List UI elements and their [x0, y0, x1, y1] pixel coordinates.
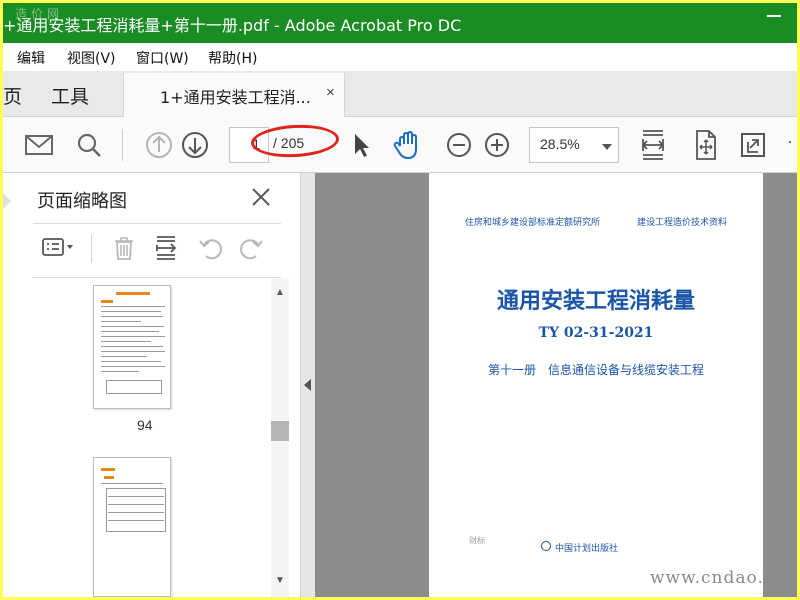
- thumbnail-scrollbar[interactable]: ▲ ▼: [271, 279, 289, 597]
- trash-icon[interactable]: [109, 233, 139, 263]
- close-icon[interactable]: [249, 185, 273, 209]
- tab-label: 1+通用安装工程消...: [160, 88, 311, 107]
- tab-close-button[interactable]: ×: [326, 84, 335, 101]
- insert-page-icon[interactable]: [151, 233, 181, 263]
- toolbar: 1 / 205 28.5% ·: [3, 117, 797, 173]
- thumb-line: [101, 366, 165, 367]
- panel-title: 页面缩略图: [37, 191, 127, 212]
- search-icon[interactable]: [73, 127, 105, 163]
- pdf-page: 住房和城乡建设部标准定额研究所 建设工程造价技术资料 通用安装工程消耗量 TY …: [429, 173, 763, 597]
- menu-window[interactable]: 窗口(W): [136, 48, 189, 68]
- thumbnails-panel: 页面缩略图 94 ▲ ▼: [3, 173, 301, 597]
- thumb-line: [101, 316, 163, 317]
- thumb-line: [101, 346, 163, 347]
- page-up-icon[interactable]: [143, 127, 175, 163]
- zoom-value: 28.5%: [540, 136, 580, 152]
- doc-publisher: 中国计划出版社: [555, 544, 619, 554]
- thumb-line: [101, 311, 161, 312]
- thumb-heading: [101, 468, 115, 471]
- scrollbar-thumb[interactable]: [271, 421, 289, 441]
- menu-view[interactable]: 视图(V): [67, 48, 116, 68]
- thumb-line: [101, 483, 163, 484]
- thumbnail-page-number: 94: [137, 417, 153, 433]
- thumb-line: [108, 496, 164, 497]
- nav-tools[interactable]: 工具: [51, 82, 89, 109]
- panel-pointer: [3, 193, 11, 209]
- cover-mark: 财标: [469, 536, 485, 545]
- thumbnail-list: 94: [3, 279, 271, 597]
- panel-splitter[interactable]: [301, 173, 315, 597]
- title-bar: +通用安装工程消耗量+第十一册.pdf - Adobe Acrobat Pro …: [3, 3, 797, 43]
- rotate-left-icon[interactable]: [195, 233, 225, 263]
- zoom-in-icon[interactable]: [481, 127, 513, 163]
- doc-header-left: 住房和城乡建设部标准定额研究所: [465, 218, 601, 228]
- doc-subtitle: 第十一册 信息通信设备与线缆安装工程: [487, 363, 704, 377]
- more-tools-button[interactable]: ·: [787, 131, 793, 152]
- thumb-subheading: [101, 300, 113, 303]
- app-window: +通用安装工程消耗量+第十一册.pdf - Adobe Acrobat Pro …: [3, 3, 797, 597]
- thumb-line: [101, 306, 165, 307]
- zoom-out-icon[interactable]: [443, 127, 475, 163]
- page-thumbnail[interactable]: [93, 457, 171, 597]
- scroll-mode-icon[interactable]: [689, 127, 721, 163]
- thumbnail-options-icon[interactable]: [39, 233, 79, 263]
- document-view[interactable]: 住房和城乡建设部标准定额研究所 建设工程造价技术资料 通用安装工程消耗量 TY …: [315, 173, 797, 597]
- thumb-line: [101, 341, 151, 342]
- mail-icon[interactable]: [23, 127, 55, 163]
- fit-page-icon[interactable]: [637, 127, 669, 163]
- fullscreen-icon[interactable]: [737, 127, 769, 163]
- thumb-heading: [116, 292, 150, 295]
- site-watermark: www.cndao.c: [650, 568, 775, 588]
- thumb-line: [108, 520, 164, 521]
- toolbar-divider: [122, 129, 123, 161]
- nav-home[interactable]: 页: [3, 82, 22, 109]
- menu-bar: 编辑 视图(V) 窗口(W) 帮助(H): [3, 43, 797, 71]
- thumb-line: [108, 504, 164, 505]
- collapse-panel-icon[interactable]: [304, 379, 311, 391]
- scroll-down-icon[interactable]: ▼: [275, 575, 285, 586]
- thumb-line: [101, 356, 147, 357]
- thumb-line: [101, 371, 139, 372]
- page-down-icon[interactable]: [179, 127, 211, 163]
- tab-document[interactable]: 1+通用安装工程消... ×: [123, 73, 345, 117]
- thumb-line: [101, 336, 165, 337]
- thumb-line: [101, 321, 141, 322]
- window-title: +通用安装工程消耗量+第十一册.pdf - Adobe Acrobat Pro …: [3, 16, 462, 35]
- thumb-subheading: [104, 476, 114, 479]
- thumb-table: [106, 380, 162, 394]
- zoom-dropdown[interactable]: 28.5%: [529, 127, 619, 163]
- thumb-line: [101, 351, 165, 352]
- doc-code: TY 02-31-2021: [538, 325, 654, 341]
- publisher-logo-icon: [541, 541, 551, 551]
- panel-divider: [33, 223, 281, 224]
- thumb-line: [108, 512, 164, 513]
- thumb-line: [101, 326, 164, 327]
- logo-watermark: 造价网: [15, 7, 64, 21]
- tab-bar: 页 工具 1+通用安装工程消... ×: [3, 71, 797, 117]
- menu-edit[interactable]: 编辑: [17, 48, 45, 68]
- hand-tool-icon[interactable]: [391, 127, 425, 163]
- doc-title: 通用安装工程消耗量: [496, 289, 695, 314]
- chevron-down-icon: [602, 144, 612, 150]
- minimize-button[interactable]: [767, 15, 781, 17]
- rotate-right-icon[interactable]: [237, 233, 267, 263]
- doc-header-right: 建设工程造价技术资料: [637, 218, 728, 228]
- panel-divider-2: [33, 277, 281, 278]
- thumb-line: [101, 361, 161, 362]
- thumb-line: [101, 331, 159, 332]
- menu-help[interactable]: 帮助(H): [208, 48, 257, 68]
- select-cursor-icon[interactable]: [347, 127, 375, 163]
- page-thumbnail[interactable]: [93, 285, 171, 409]
- thumb-table: [106, 488, 166, 532]
- panel-tools-divider: [91, 235, 92, 263]
- scroll-up-icon[interactable]: ▲: [275, 287, 285, 298]
